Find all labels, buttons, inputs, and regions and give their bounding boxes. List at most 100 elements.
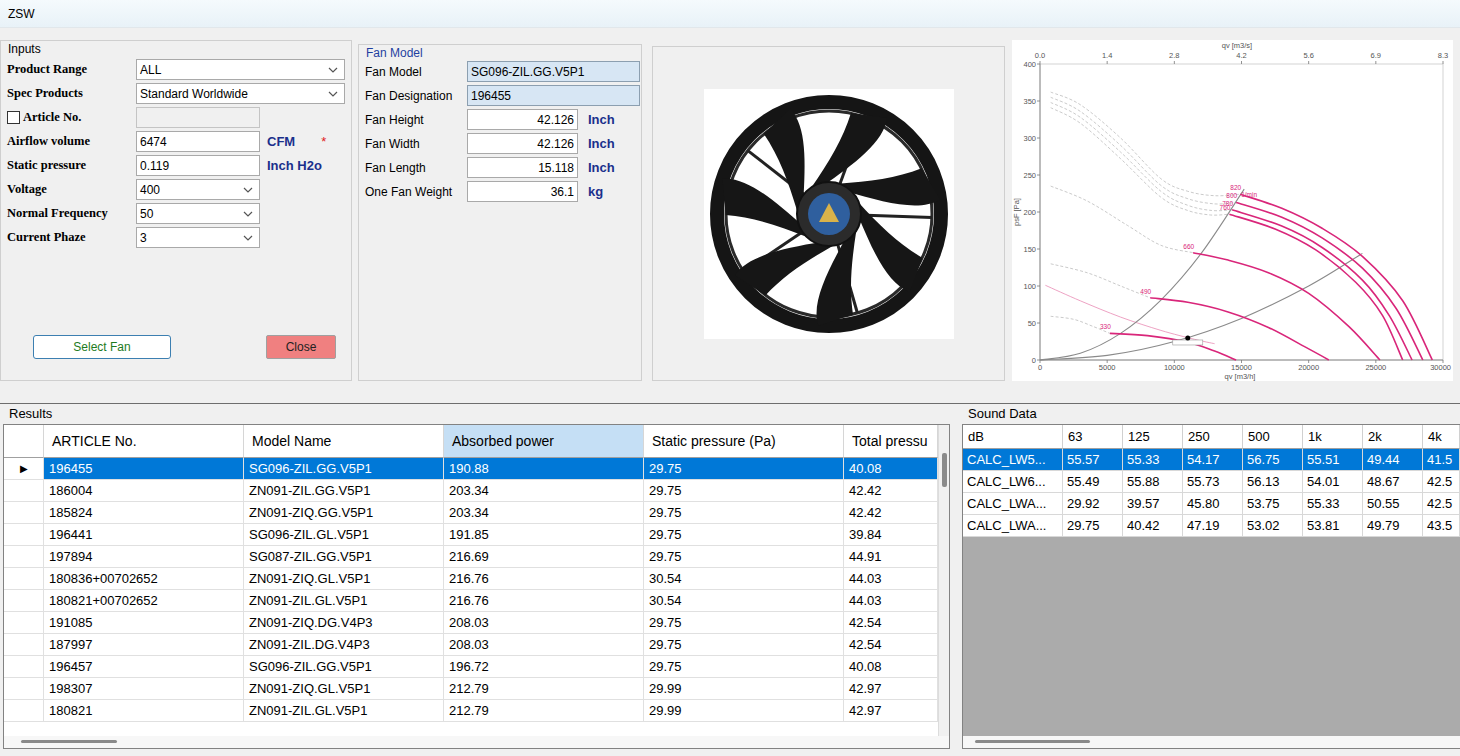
- row-marker-cell: [4, 546, 44, 568]
- dropdown-value: 400: [140, 181, 160, 199]
- fan-model-title: Fan Model: [359, 45, 641, 61]
- table-cell: 40.08: [844, 458, 938, 480]
- input-row: Static pressureInch H2o: [7, 155, 351, 176]
- operating-point: [1185, 335, 1190, 340]
- select-fan-button[interactable]: Select Fan: [33, 335, 171, 359]
- vertical-scrollbar[interactable]: [938, 425, 949, 736]
- stall-curve-group: [1051, 264, 1151, 298]
- scrollbar-thumb[interactable]: [942, 453, 947, 487]
- field-input[interactable]: [467, 157, 578, 178]
- table-cell: 180836+00702652: [44, 568, 244, 590]
- field-input[interactable]: [136, 107, 260, 128]
- table-row[interactable]: 196441SG096-ZIL.GL.V5P1191.8529.7539.84: [4, 524, 938, 546]
- x-tick-label: 20000: [1298, 363, 1319, 372]
- table-cell: 187997: [44, 634, 244, 656]
- dropdown-value: ALL: [140, 61, 161, 79]
- system-curve: [1040, 189, 1244, 360]
- table-row[interactable]: CALC_LWA...29.7540.4247.1953.0253.8149.7…: [963, 515, 1460, 537]
- row-marker-cell: [4, 700, 44, 722]
- table-cell: 43.5: [1423, 515, 1460, 537]
- y-axis-title: psF [Pa]: [1012, 198, 1021, 226]
- field-input[interactable]: [136, 155, 260, 176]
- field-input[interactable]: [467, 109, 578, 130]
- x-tick-label: 15000: [1231, 363, 1252, 372]
- scrollbar-thumb[interactable]: [21, 740, 117, 743]
- column-header[interactable]: Model Name: [244, 425, 444, 458]
- field-input[interactable]: [467, 61, 640, 82]
- table-cell: SG096-ZIL.GL.V5P1: [244, 524, 444, 546]
- x2-tick-label: 5.6: [1303, 51, 1313, 60]
- field-dropdown[interactable]: Standard Worldwide: [136, 83, 345, 104]
- table-cell: 40.08: [844, 656, 938, 678]
- bottom-panels: ResultsARTICLE No.Model NameAbsorbed pow…: [0, 404, 1460, 755]
- column-header: 125: [1123, 425, 1183, 449]
- table-row[interactable]: 186004ZN091-ZIL.GG.V5P1203.3429.7542.42: [4, 480, 938, 502]
- table-cell: CALC_LW5...: [963, 449, 1063, 471]
- title-bar: ZSW: [0, 0, 1460, 28]
- horizontal-scrollbar[interactable]: [4, 736, 949, 748]
- table-cell: 190.88: [444, 458, 644, 480]
- scrollbar-thumb[interactable]: [975, 740, 1090, 743]
- table-row[interactable]: 180836+00702652ZN091-ZIQ.GL.V5P1216.7630…: [4, 568, 938, 590]
- table-row[interactable]: 198307ZN091-ZIQ.GL.V5P1212.7929.9942.97: [4, 678, 938, 700]
- y-tick-label: 150: [1023, 245, 1036, 254]
- table-row[interactable]: CALC_LWA...29.9239.5745.8053.7555.3350.5…: [963, 493, 1460, 515]
- column-header: 500: [1243, 425, 1303, 449]
- fan-curve: [1150, 298, 1329, 360]
- table-row[interactable]: ▶196455SG096-ZIL.GG.V5P1190.8829.7540.08: [4, 458, 938, 480]
- field-dropdown[interactable]: 400: [136, 179, 260, 200]
- field-input[interactable]: [467, 85, 640, 106]
- table-row[interactable]: 191085ZN091-ZIQ.DG.V4P3208.0329.7542.54: [4, 612, 938, 634]
- stall-curve-group: [1051, 103, 1232, 211]
- stall-curve: [1051, 97, 1236, 204]
- x2-tick-label: 4.2: [1236, 51, 1246, 60]
- field-dropdown[interactable]: 3: [136, 227, 260, 248]
- table-row[interactable]: 197894SG087-ZIL.GG.V5P1216.6929.7544.91: [4, 546, 938, 568]
- chevron-down-icon: [243, 235, 253, 241]
- stall-curve: [1051, 264, 1151, 298]
- field-input[interactable]: [136, 131, 260, 152]
- column-header[interactable]: ARTICLE No.: [44, 425, 244, 458]
- table-row[interactable]: CALC_LW6...55.4955.8855.7356.1354.0148.6…: [963, 471, 1460, 493]
- column-header[interactable]: Absorbed power: [444, 425, 644, 458]
- column-header: 1k: [1303, 425, 1363, 449]
- field-label: Fan Height: [365, 111, 467, 129]
- results-grid: ARTICLE No. Model Name Absorbed powerStati…: [4, 425, 938, 736]
- x-axis-title: qv [m3/h]: [1225, 372, 1256, 381]
- fan-curve: [1229, 214, 1402, 360]
- close-button[interactable]: Close: [266, 335, 336, 359]
- column-header[interactable]: Static pressure (Pa): [644, 425, 844, 458]
- field-dropdown[interactable]: ALL: [136, 59, 345, 80]
- dropdown-value: 50: [140, 205, 153, 223]
- table-cell: 49.44: [1363, 449, 1423, 471]
- row-marker-cell: [4, 502, 44, 524]
- field-label: Voltage: [7, 180, 136, 199]
- table-row[interactable]: 196457SG096-ZIL.GG.V5P1196.7229.7540.08: [4, 656, 938, 678]
- horizontal-scrollbar[interactable]: [963, 736, 1460, 748]
- operating-point-group: [1173, 335, 1203, 345]
- table-row[interactable]: 187997ZN091-ZIL.DG.V4P3208.0329.7542.54: [4, 634, 938, 656]
- fan-curve-group: 760: [1220, 204, 1403, 360]
- fan-curve: [1232, 210, 1412, 360]
- article-checkbox[interactable]: [7, 111, 20, 124]
- column-header-text: Model Name: [252, 431, 331, 452]
- table-cell: 29.75: [644, 502, 844, 524]
- table-row[interactable]: CALC_LW5...55.5755.3354.1756.7555.5149.4…: [963, 449, 1460, 471]
- field-input[interactable]: [467, 181, 578, 202]
- table-cell: 53.75: [1243, 493, 1303, 515]
- table-row[interactable]: 180821ZN091-ZIL.GL.V5P1212.7929.9942.97: [4, 700, 938, 722]
- table-row[interactable]: 180821+00702652ZN091-ZIL.GL.V5P1216.7630…: [4, 590, 938, 612]
- input-row: Normal Frequency50: [7, 203, 351, 224]
- fan-curve-group: 800: [1226, 192, 1423, 360]
- field-input[interactable]: [467, 133, 578, 154]
- fan-curve: [1193, 253, 1380, 360]
- table-cell: 196.72: [444, 656, 644, 678]
- rpm-label: 330: [1100, 323, 1111, 330]
- field-label-text: Voltage: [7, 180, 47, 199]
- column-header[interactable]: Total pressu: [844, 425, 938, 458]
- inputs-title: Inputs: [1, 41, 351, 57]
- table-row[interactable]: 185824ZN091-ZIQ.GG.V5P1203.3429.7542.42: [4, 502, 938, 524]
- stall-curve-group: [1051, 92, 1241, 196]
- row-marker: ▶: [20, 461, 28, 476]
- field-dropdown[interactable]: 50: [136, 203, 260, 224]
